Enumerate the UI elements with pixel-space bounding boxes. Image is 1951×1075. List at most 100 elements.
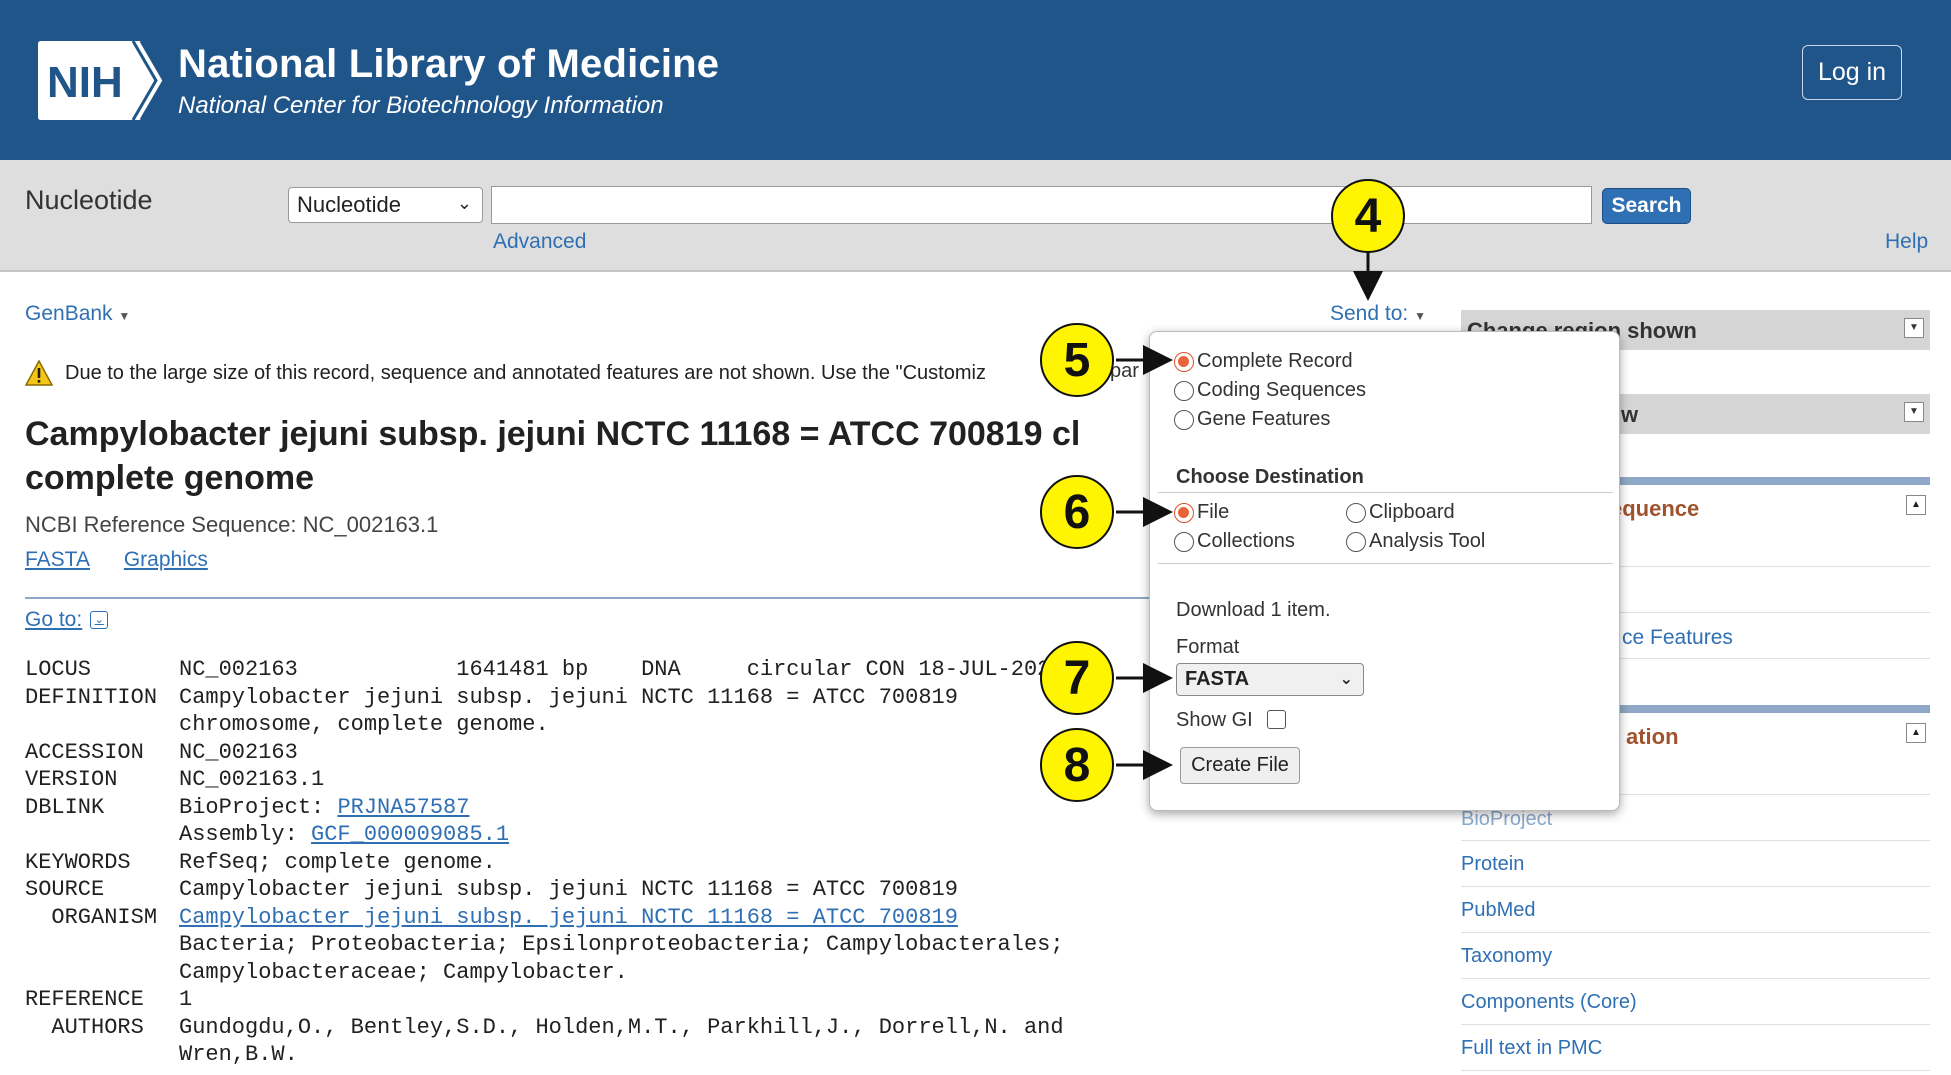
radio-label: Complete Record bbox=[1197, 350, 1353, 372]
collapse-icon[interactable]: ▲ bbox=[1906, 723, 1926, 743]
genbank-field-value: Campylobacter jejuni subsp. jejuni NCTC … bbox=[179, 877, 958, 902]
related-information-title: ation bbox=[1626, 724, 1679, 749]
radio-destination-clipboard[interactable]: Clipboard bbox=[1346, 501, 1455, 524]
radio-selected-icon bbox=[1174, 351, 1194, 372]
chevron-down-icon: ⌄ bbox=[90, 611, 109, 629]
genbank-field-value: Gundogdu,O., Bentley,S.D., Holden,M.T., … bbox=[179, 1014, 1064, 1040]
genbank-field-value: 1 bbox=[179, 987, 193, 1012]
radio-icon bbox=[1174, 380, 1194, 401]
sidebar-link-pubmed[interactable]: PubMed bbox=[1461, 899, 1536, 922]
create-file-button[interactable]: Create File bbox=[1180, 747, 1300, 784]
nih-logo[interactable]: NIH bbox=[37, 39, 167, 122]
warning-text-tail: par bbox=[1110, 360, 1139, 382]
choose-destination-heading: Choose Destination bbox=[1176, 466, 1364, 488]
format-select-value: FASTA bbox=[1185, 668, 1250, 690]
sidebar-link-bioproject[interactable]: BioProject bbox=[1461, 808, 1552, 831]
sequence-features-link[interactable]: ce Features bbox=[1622, 626, 1733, 650]
caret-down-icon: ▼ bbox=[1414, 309, 1426, 323]
genbank-field-key: KEYWORDS bbox=[25, 849, 131, 875]
radio-destination-file[interactable]: File bbox=[1174, 501, 1229, 524]
send-to-popup: Complete Record Coding Sequences Gene Fe… bbox=[1149, 331, 1620, 811]
radio-label: Analysis Tool bbox=[1369, 530, 1486, 552]
callout-6: 6 bbox=[1040, 475, 1114, 549]
chevron-down-icon: ⌄ bbox=[1339, 671, 1353, 688]
genbank-field-key bbox=[25, 821, 179, 849]
radio-complete-record[interactable]: Complete Record bbox=[1174, 350, 1353, 373]
caret-down-icon: ▼ bbox=[118, 309, 131, 323]
genbank-row: chromosome, complete genome. bbox=[25, 711, 1064, 739]
search-input[interactable] bbox=[491, 186, 1592, 224]
genbank-field-value: NC_002163 bbox=[179, 739, 298, 765]
radio-label: Collections bbox=[1197, 530, 1295, 552]
expand-icon[interactable]: ▼ bbox=[1904, 318, 1924, 338]
genbank-field-key: AUTHORS bbox=[25, 1014, 144, 1040]
genbank-field-value: BioProject: bbox=[179, 794, 338, 820]
genbank-field-value: RefSeq; complete genome. bbox=[179, 849, 496, 875]
database-title: Nucleotide bbox=[25, 185, 153, 215]
genbank-row: Campylobacteraceae; Campylobacter. bbox=[25, 959, 1064, 987]
sidebar-link-taxonomy[interactable]: Taxonomy bbox=[1461, 945, 1552, 968]
callout-4: 4 bbox=[1331, 179, 1405, 253]
graphics-link[interactable]: Graphics bbox=[124, 548, 208, 571]
genbank-field-key bbox=[25, 931, 179, 959]
nih-logo-text: NIH bbox=[47, 58, 123, 107]
genbank-field-value: NC_002163 1641481 bp DNA circular CON 18… bbox=[179, 657, 1064, 682]
login-button[interactable]: Log in bbox=[1802, 45, 1902, 100]
radio-icon bbox=[1346, 531, 1366, 552]
advanced-search-link[interactable]: Advanced bbox=[493, 230, 586, 254]
radio-destination-collections[interactable]: Collections bbox=[1174, 530, 1295, 553]
genbank-row: KEYWORDS RefSeq; complete genome. bbox=[25, 849, 1064, 877]
callout-7: 7 bbox=[1040, 641, 1114, 715]
sidebar-link-pmc[interactable]: Full text in PMC bbox=[1461, 1037, 1602, 1060]
sidebar-divider bbox=[1461, 840, 1930, 841]
fasta-link[interactable]: FASTA bbox=[25, 548, 90, 571]
genbank-link[interactable]: PRJNA57587 bbox=[337, 794, 469, 822]
warning-text: Due to the large size of this record, se… bbox=[65, 361, 986, 384]
genbank-row: VERSION NC_002163.1 bbox=[25, 766, 1064, 794]
format-select[interactable]: FASTA ⌄ bbox=[1176, 663, 1364, 696]
record-title-line1: Campylobacter jejuni subsp. jejuni NCTC … bbox=[25, 415, 1081, 453]
expand-icon[interactable]: ▼ bbox=[1904, 402, 1924, 422]
collapse-icon[interactable]: ▲ bbox=[1906, 495, 1926, 515]
genbank-field-value: Campylobacter jejuni subsp. jejuni NCTC … bbox=[179, 684, 958, 710]
genbank-field-key: SOURCE bbox=[25, 877, 105, 902]
genbank-row: Bacteria; Proteobacteria; Epsilonproteob… bbox=[25, 931, 1064, 959]
genbank-row: DBLINK BioProject: PRJNA57587 bbox=[25, 794, 1064, 822]
callout-5: 5 bbox=[1040, 323, 1114, 397]
radio-label: Clipboard bbox=[1369, 501, 1455, 523]
radio-destination-analysis-tool[interactable]: Analysis Tool bbox=[1346, 530, 1485, 553]
genbank-field-key bbox=[25, 1041, 179, 1069]
genbank-field-value: NC_002163.1 bbox=[179, 767, 325, 792]
popup-divider bbox=[1158, 563, 1613, 564]
genbank-row: Wren,B.W. bbox=[25, 1041, 1064, 1069]
sidebar-link-protein[interactable]: Protein bbox=[1461, 853, 1524, 876]
help-link[interactable]: Help bbox=[1885, 230, 1928, 254]
sidebar-divider bbox=[1461, 1070, 1930, 1071]
genbank-link[interactable]: Campylobacter jejuni subsp. jejuni NCTC … bbox=[179, 904, 958, 932]
record-title: Campylobacter jejuni subsp. jejuni NCTC … bbox=[25, 412, 1155, 500]
genbank-row: DEFINITION Campylobacter jejuni subsp. je… bbox=[25, 684, 1064, 712]
send-to-label: Send to: bbox=[1330, 302, 1409, 325]
search-button[interactable]: Search bbox=[1602, 188, 1691, 224]
display-format-menu[interactable]: GenBank ▼ bbox=[25, 302, 130, 326]
genbank-field-key: LOCUS bbox=[25, 657, 92, 682]
goto-menu[interactable]: Go to: ⌄ bbox=[25, 608, 109, 632]
radio-coding-sequences[interactable]: Coding Sequences bbox=[1174, 379, 1366, 402]
genbank-field-key: DBLINK bbox=[25, 794, 105, 820]
database-select[interactable]: Nucleotide ⌄ bbox=[288, 187, 483, 223]
popup-divider bbox=[1158, 492, 1613, 493]
show-gi-checkbox[interactable] bbox=[1267, 710, 1286, 729]
site-header: NIH National Library of Medicine Nationa… bbox=[0, 0, 1951, 160]
callout-8: 8 bbox=[1040, 728, 1114, 802]
send-to-menu[interactable]: Send to: ▼ bbox=[1330, 302, 1426, 326]
genbank-link[interactable]: GCF_000009085.1 bbox=[311, 821, 509, 849]
display-format-label: GenBank bbox=[25, 302, 113, 325]
radio-gene-features[interactable]: Gene Features bbox=[1174, 408, 1330, 431]
sidebar-divider bbox=[1461, 978, 1930, 979]
sidebar-divider bbox=[1461, 1024, 1930, 1025]
radio-label: Gene Features bbox=[1197, 408, 1331, 430]
site-subtitle: National Center for Biotechnology Inform… bbox=[178, 92, 664, 119]
genbank-row: AUTHORS Gundogdu,O., Bentley,S.D., Holden… bbox=[25, 1014, 1064, 1042]
sidebar-link-components[interactable]: Components (Core) bbox=[1461, 991, 1637, 1014]
site-title: National Library of Medicine bbox=[178, 42, 720, 86]
